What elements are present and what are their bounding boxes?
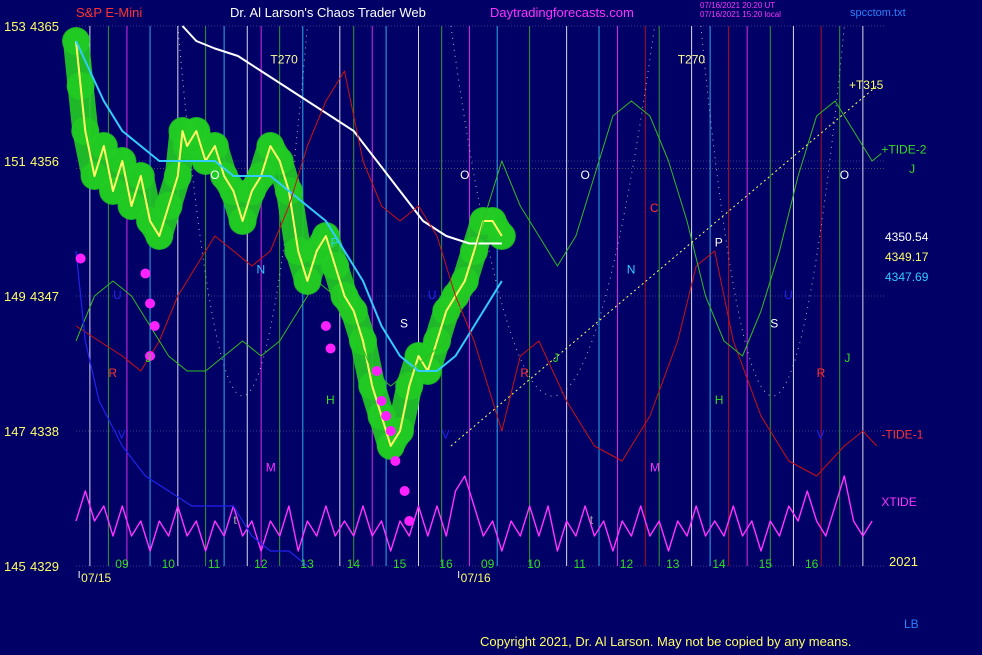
- x-tick-label: 09: [481, 557, 495, 571]
- x-tick-label: 16: [439, 557, 453, 571]
- timestamp-ut: 07/16/2021 20:20 UT: [700, 1, 775, 10]
- annotation-label: R: [817, 366, 826, 380]
- x-tick-label: 14: [347, 557, 361, 571]
- timestamp-local: 07/16/2021 15:20 local: [700, 10, 781, 19]
- annotation-label: J: [145, 351, 151, 365]
- chart-background: [0, 0, 982, 650]
- pivot-dot: [381, 411, 392, 421]
- pivot-dot: [320, 321, 331, 331]
- annotation-label: S: [770, 317, 778, 331]
- annotation-label: J: [844, 351, 850, 365]
- pivot-dot: [376, 396, 387, 406]
- annotation-label: U: [428, 288, 437, 302]
- y-tick-label-price: 4329: [30, 559, 59, 574]
- site-link[interactable]: Daytradingforecasts.com: [490, 5, 634, 20]
- annotation-label: J: [909, 162, 915, 176]
- x-tick-label: 14: [712, 557, 726, 571]
- annotation-label: N: [627, 263, 636, 277]
- pivot-dot: [325, 343, 336, 354]
- data-file-name: spcctom.txt: [850, 7, 906, 19]
- copyright-notice: Copyright 2021, Dr. Al Larson. May not b…: [480, 634, 851, 649]
- pivot-dot: [145, 298, 156, 309]
- x-tick-label: 10: [162, 557, 176, 571]
- y-tick-label-left: 145: [4, 559, 26, 574]
- pivot-dot: [390, 456, 401, 466]
- chart-window: T270 T270 +T315 +TIDE-2 J -TIDE-1 XTIDE O O O O N N P…: [0, 0, 982, 650]
- pivot-dot: [371, 366, 382, 376]
- lb-label: LB: [904, 617, 919, 631]
- annotation-label: P: [331, 236, 339, 250]
- annotation-label: +TIDE-2: [881, 143, 926, 157]
- annotation-label: -TIDE-1: [881, 428, 923, 442]
- price-readout: 4347.69: [885, 270, 929, 284]
- x-tick-label: 13: [666, 557, 680, 571]
- pivot-dot: [149, 321, 160, 331]
- annotation-label: C: [650, 201, 659, 215]
- annotation-label: U: [113, 288, 122, 302]
- x-tick-label: 11: [208, 557, 221, 571]
- y-tick-label-left: 151: [4, 154, 26, 169]
- annotation-label: O: [460, 168, 469, 182]
- year-label: 2021: [889, 554, 918, 569]
- x-tick-label: 16: [805, 557, 819, 571]
- x-tick-label: 15: [393, 557, 407, 571]
- annotation-label: V: [442, 428, 450, 442]
- pivot-dot: [385, 426, 396, 436]
- annotation-label: H: [326, 393, 335, 407]
- x-tick-label: 15: [759, 557, 773, 571]
- pivot-dot: [399, 486, 410, 496]
- y-tick-label-left: 149: [4, 289, 26, 304]
- pivot-dot: [140, 268, 151, 279]
- x-tick-label: 11: [574, 557, 587, 571]
- date-label: 07/15: [81, 571, 111, 585]
- chaos-trader-chart: T270 T270 +T315 +TIDE-2 J -TIDE-1 XTIDE O O O O N N P…: [0, 0, 982, 650]
- price-readout: 4350.54: [885, 230, 929, 244]
- author-title: Dr. Al Larson's Chaos Trader Web: [230, 5, 426, 20]
- annotation-label: N: [257, 263, 266, 277]
- pivot-dot: [75, 253, 86, 264]
- annotation-label: J: [553, 351, 559, 365]
- annotation-label: T270: [678, 53, 706, 67]
- annotation-label: M: [650, 461, 660, 475]
- annotation-label: O: [581, 168, 590, 182]
- x-tick-label: 09: [115, 557, 129, 571]
- y-tick-label-price: 4347: [30, 289, 59, 304]
- annotation-label: +T315: [849, 78, 884, 92]
- x-tick-label: 12: [254, 557, 268, 571]
- pivot-dot: [404, 516, 415, 526]
- y-tick-label-price: 4356: [30, 154, 59, 169]
- annotation-label: H: [715, 393, 724, 407]
- y-tick-label-price: 4338: [30, 424, 59, 439]
- x-tick-label: 13: [300, 557, 314, 571]
- annotation-label: O: [840, 168, 849, 182]
- annotation-label: T270: [270, 53, 298, 67]
- x-tick-label: 10: [527, 557, 541, 571]
- annotation-label: V: [118, 428, 126, 442]
- date-label: 07/16: [461, 571, 491, 585]
- annotation-label: V: [817, 428, 825, 442]
- annotation-label: R: [520, 366, 529, 380]
- annotation-label: P: [715, 236, 723, 250]
- y-tick-label-left: 147: [4, 424, 26, 439]
- annotation-label: R: [108, 366, 117, 380]
- halo-blob: [487, 222, 516, 250]
- price-readout: 4349.17: [885, 250, 929, 264]
- annotation-label: XTIDE: [881, 495, 916, 509]
- annotation-label: S: [400, 317, 408, 331]
- y-tick-label-price: 4365: [30, 19, 59, 34]
- instrument-title: S&P E-Mini: [76, 5, 142, 20]
- annotation-label: M: [266, 461, 276, 475]
- annotation-label: O: [210, 168, 219, 182]
- y-tick-label-left: 153: [4, 19, 26, 34]
- x-tick-label: 12: [620, 557, 634, 571]
- annotation-label: U: [784, 288, 793, 302]
